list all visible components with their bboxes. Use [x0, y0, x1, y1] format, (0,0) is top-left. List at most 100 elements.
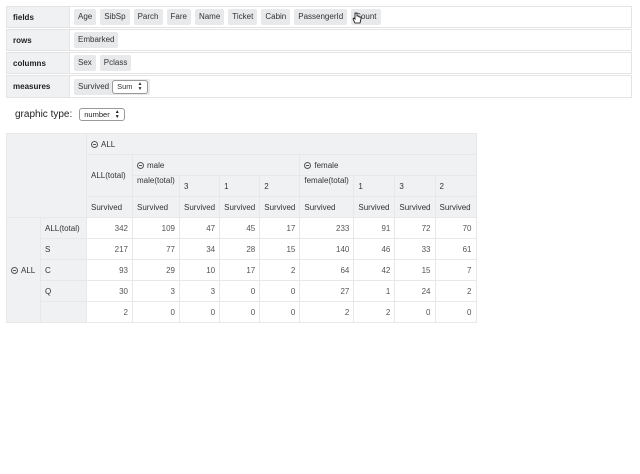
value-cell: 93: [86, 259, 133, 281]
value-cell: 33: [394, 238, 436, 260]
value-cell: 0: [178, 301, 221, 323]
male-class-header: 3: [178, 175, 221, 197]
value-cell: 42: [353, 259, 396, 281]
column-tag-sex[interactable]: Sex: [74, 55, 96, 71]
columns-panel: columns Sex Pclass: [6, 52, 632, 74]
column-tag-pclass[interactable]: Pclass: [99, 55, 132, 71]
value-cell: 3: [178, 280, 221, 302]
rows-label: rows: [7, 30, 70, 50]
all-label: ALL: [101, 139, 116, 149]
value-cell: 1: [353, 280, 396, 302]
row-tag-embarked[interactable]: Embarked: [74, 32, 119, 48]
value-cell: 64: [299, 259, 355, 281]
value-cell: 0: [259, 280, 301, 302]
male-label: male: [147, 160, 165, 170]
column-group-male[interactable]: male: [131, 154, 301, 176]
female-total-header: female(total): [299, 175, 355, 197]
field-tag-fare[interactable]: Fare: [166, 9, 191, 25]
all-total-header: ALL(total): [86, 154, 133, 197]
value-cell: 46: [353, 238, 396, 260]
value-cell: 47: [178, 217, 221, 239]
male-total-header: male(total): [132, 175, 180, 197]
row-all-label: ALL: [21, 265, 36, 275]
value-cell: 27: [299, 280, 355, 302]
collapse-icon[interactable]: [304, 161, 312, 169]
value-cell: 2: [259, 259, 301, 281]
value-cell: 29: [132, 259, 180, 281]
graphic-type-value: number: [84, 109, 110, 119]
field-tag-age[interactable]: Age: [74, 9, 97, 25]
value-cell: 91: [353, 217, 396, 239]
row-header: S: [40, 238, 87, 260]
measure-name: Survived: [78, 81, 110, 91]
value-cell: 0: [434, 301, 477, 323]
collapse-icon[interactable]: [137, 161, 144, 169]
value-cell: 24: [394, 280, 436, 302]
measure-header: Survived: [132, 196, 180, 218]
measure-header: Survived: [86, 196, 133, 218]
field-tag-ticket[interactable]: Ticket: [228, 9, 258, 25]
measure-tag-survived[interactable]: Survived Sum ▲ ▼: [74, 78, 150, 95]
row-header: Q: [40, 280, 87, 302]
row-header: [40, 301, 87, 323]
rows-panel: rows Embarked: [6, 29, 632, 51]
fields-panel: fields Age SibSp Parch Fare Name Ticket …: [6, 6, 632, 28]
value-cell: 15: [394, 259, 436, 281]
hand-cursor-icon: [352, 12, 362, 24]
measure-header: Survived: [434, 196, 477, 218]
value-cell: 72: [394, 217, 436, 239]
aggregation-value: Sum: [117, 81, 133, 91]
male-class-header: 1: [219, 175, 261, 197]
aggregation-select[interactable]: Sum ▲ ▼: [112, 79, 148, 94]
female-class-header: 3: [394, 175, 436, 197]
measure-header: Survived: [178, 196, 221, 218]
graphic-type-select[interactable]: number ▲ ▼: [79, 108, 125, 121]
value-cell: 30: [86, 280, 133, 302]
value-cell: 2: [434, 280, 477, 302]
field-tag-name[interactable]: Name: [194, 9, 225, 25]
collapse-icon[interactable]: [11, 266, 18, 274]
row-header: ALL(total): [40, 217, 87, 239]
value-cell: 2: [86, 301, 133, 323]
value-cell: 233: [299, 217, 355, 239]
value-cell: 342: [86, 217, 133, 239]
columns-label: columns: [7, 53, 70, 73]
value-cell: 109: [132, 217, 180, 239]
value-cell: 0: [394, 301, 436, 323]
collapse-icon[interactable]: [91, 140, 98, 148]
value-cell: 17: [219, 259, 261, 281]
value-cell: 140: [299, 238, 355, 260]
value-cell: 15: [259, 238, 301, 260]
value-cell: 70: [434, 217, 477, 239]
column-group-female[interactable]: female: [299, 154, 477, 176]
value-cell: 45: [219, 217, 261, 239]
field-tag-parch[interactable]: Parch: [133, 9, 163, 25]
value-cell: 34: [178, 238, 221, 260]
value-cell: 28: [219, 238, 261, 260]
field-tag-sibsp[interactable]: SibSp: [100, 9, 130, 25]
value-cell: 0: [219, 280, 261, 302]
female-class-header: 2: [434, 175, 477, 197]
measure-header: Survived: [394, 196, 436, 218]
measure-header: Survived: [353, 196, 396, 218]
value-cell: 0: [132, 301, 180, 323]
field-tag-cabin[interactable]: Cabin: [261, 9, 291, 25]
column-group-all[interactable]: ALL: [86, 133, 477, 155]
value-cell: 77: [132, 238, 180, 260]
measures-label: measures: [7, 76, 70, 97]
graphic-type-label: graphic type:: [15, 109, 73, 120]
select-arrows-icon: ▲ ▼: [114, 108, 120, 120]
value-cell: 61: [434, 238, 477, 260]
field-tag-passengerid[interactable]: PassengerId: [294, 9, 348, 25]
value-cell: 3: [132, 280, 180, 302]
value-cell: 217: [86, 238, 133, 260]
measure-header: Survived: [299, 196, 355, 218]
row-group-all[interactable]: ALL: [6, 217, 41, 323]
value-cell: 17: [259, 217, 301, 239]
corner-cell: [6, 133, 87, 218]
female-class-header: 1: [353, 175, 396, 197]
value-cell: 10: [178, 259, 221, 281]
select-arrows-icon: ▲ ▼: [137, 80, 143, 92]
value-cell: 2: [299, 301, 355, 323]
male-class-header: 2: [259, 175, 301, 197]
